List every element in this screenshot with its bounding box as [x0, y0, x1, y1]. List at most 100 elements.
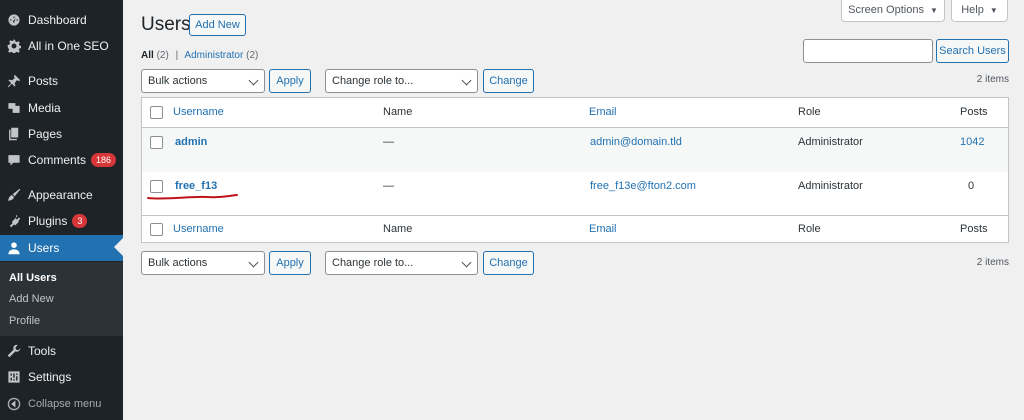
sidebar-item-pages[interactable]: Pages: [0, 121, 123, 147]
sidebar-item-label: Appearance: [28, 188, 93, 202]
sidebar-item-appearance[interactable]: Appearance: [0, 182, 123, 208]
sidebar-item-comments[interactable]: Comments 186: [0, 147, 123, 173]
plugins-update-badge: 3: [72, 214, 88, 228]
users-submenu: All Users Add New Profile: [0, 262, 123, 336]
filter-all[interactable]: All (2): [141, 50, 169, 61]
sidebar-item-label: Dashboard: [28, 13, 87, 27]
bulk-actions-select-top[interactable]: Bulk actions: [141, 69, 265, 93]
comments-count-badge: 186: [91, 153, 117, 167]
sidebar-item-settings[interactable]: Settings: [0, 364, 123, 390]
column-email-footer[interactable]: Email: [589, 223, 617, 235]
user-icon: [7, 241, 21, 255]
chevron-down-icon: [248, 75, 259, 86]
bulk-actions-value: Bulk actions: [148, 257, 208, 269]
help-button[interactable]: Help ▼: [951, 0, 1008, 22]
submenu-all-users[interactable]: All Users: [9, 272, 57, 284]
bulk-actions-select-bottom[interactable]: Bulk actions: [141, 251, 265, 275]
table-header-row: Username Name Email Role Posts: [142, 98, 1008, 128]
filter-administrator[interactable]: Administrator (2): [184, 50, 258, 61]
change-role-button-top[interactable]: Change: [483, 69, 534, 93]
user-name: —: [383, 180, 394, 192]
user-email-link[interactable]: free_f13e@fton2.com: [590, 180, 696, 192]
sidebar-item-users[interactable]: Users: [0, 235, 123, 261]
user-email-link[interactable]: admin@domain.tld: [590, 136, 682, 148]
column-role: Role: [798, 106, 821, 118]
sidebar-item-label: Settings: [28, 370, 72, 384]
red-underline-annotation: [147, 194, 238, 200]
table-row: free_f13 — free_f13e@fton2.com Administr…: [142, 172, 1008, 215]
page-title: Users: [141, 14, 191, 35]
change-role-value: Change role to...: [332, 75, 414, 87]
comment-icon: [7, 153, 21, 167]
help-label: Help: [961, 4, 984, 16]
pin-icon: [7, 74, 21, 88]
user-posts-count: 0: [968, 180, 975, 192]
sidebar-item-label: Posts: [28, 74, 59, 88]
user-posts-link[interactable]: 1042: [960, 136, 984, 148]
dashboard-icon: [7, 13, 21, 27]
column-username[interactable]: Username: [173, 106, 224, 118]
filter-separator: |: [175, 50, 179, 61]
chevron-down-icon: [461, 75, 472, 86]
chevron-down-icon: [461, 257, 472, 268]
bulk-actions-value: Bulk actions: [148, 75, 208, 87]
column-username-footer[interactable]: Username: [173, 223, 224, 235]
column-name-footer: Name: [383, 223, 413, 235]
change-role-button-bottom[interactable]: Change: [483, 251, 534, 275]
apply-button-top[interactable]: Apply: [269, 69, 311, 93]
change-role-select-top[interactable]: Change role to...: [325, 69, 478, 93]
user-role: Administrator: [798, 136, 863, 148]
collapse-menu-label: Collapse menu: [28, 398, 102, 410]
filter-admin-count: (2): [246, 50, 259, 61]
filter-all-count: (2): [156, 50, 169, 61]
select-all-checkbox[interactable]: [150, 106, 163, 119]
collapse-menu-button[interactable]: Collapse menu: [0, 391, 123, 417]
select-all-checkbox-footer[interactable]: [150, 223, 163, 236]
media-icon: [7, 101, 21, 115]
plugin-icon: [7, 214, 21, 228]
sidebar-item-tools[interactable]: Tools: [0, 338, 123, 364]
user-role: Administrator: [798, 180, 863, 192]
search-users-input[interactable]: [803, 39, 933, 63]
filter-admin-label: Administrator: [184, 50, 244, 61]
screen-options-button[interactable]: Screen Options ▼: [841, 0, 945, 22]
wrench-icon: [7, 344, 21, 358]
row-checkbox[interactable]: [150, 180, 163, 193]
sidebar-item-plugins[interactable]: Plugins 3: [0, 208, 123, 234]
sidebar-item-label: All in One SEO: [28, 39, 109, 53]
add-new-user-button[interactable]: Add New: [189, 14, 246, 36]
brush-icon: [7, 188, 21, 202]
search-users-button[interactable]: Search Users: [936, 39, 1009, 63]
submenu-profile[interactable]: Profile: [9, 315, 40, 327]
users-table: Username Name Email Role Posts admin — a…: [141, 97, 1009, 243]
sidebar-item-aioseo[interactable]: All in One SEO: [0, 33, 123, 59]
column-email[interactable]: Email: [589, 106, 617, 118]
submenu-add-new[interactable]: Add New: [9, 293, 54, 305]
pages-icon: [7, 127, 21, 141]
sidebar-item-label: Plugins: [28, 214, 68, 228]
sidebar-item-label: Comments: [28, 153, 87, 167]
user-role-filters: All (2) | Administrator (2): [141, 50, 258, 61]
sidebar-item-posts[interactable]: Posts: [0, 68, 123, 94]
items-count-bottom: 2 items: [976, 257, 1009, 268]
admin-sidebar: Dashboard All in One SEO Posts Media Pag…: [0, 0, 123, 420]
username-link[interactable]: free_f13: [175, 180, 217, 192]
settings-icon: [7, 370, 21, 384]
caret-down-icon: ▼: [989, 5, 998, 15]
sidebar-item-media[interactable]: Media: [0, 95, 123, 121]
sidebar-item-label: Users: [28, 241, 60, 255]
sidebar-item-label: Tools: [28, 344, 57, 358]
change-role-value: Change role to...: [332, 257, 414, 269]
items-count-top: 2 items: [976, 74, 1009, 85]
screen-options-label: Screen Options: [848, 4, 924, 16]
column-posts-footer: Posts: [960, 223, 988, 235]
sidebar-item-dashboard[interactable]: Dashboard: [0, 7, 123, 33]
apply-button-bottom[interactable]: Apply: [269, 251, 311, 275]
row-checkbox[interactable]: [150, 136, 163, 149]
username-link[interactable]: admin: [175, 136, 207, 148]
chevron-down-icon: [248, 257, 259, 268]
collapse-icon: [7, 397, 21, 411]
column-posts: Posts: [960, 106, 988, 118]
caret-down-icon: ▼: [929, 5, 938, 15]
change-role-select-bottom[interactable]: Change role to...: [325, 251, 478, 275]
